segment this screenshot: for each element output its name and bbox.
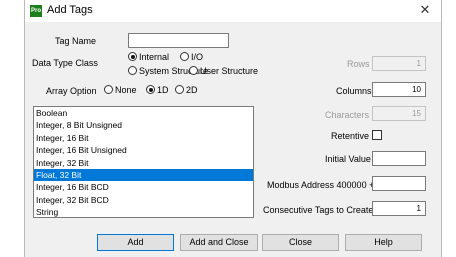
data-type-class-label: Data Type Class xyxy=(32,58,98,68)
radio-io-label: I/O xyxy=(191,52,204,62)
radio-internal[interactable]: Internal xyxy=(128,52,169,62)
radio-user-structure-label: User Structure xyxy=(200,66,259,76)
modbus-address-input[interactable] xyxy=(372,176,426,191)
add-and-close-button[interactable]: Add and Close xyxy=(180,234,258,251)
columns-label: Columns xyxy=(336,86,372,96)
retentive-label: Retentive xyxy=(331,131,370,141)
array-option-label: Array Option xyxy=(46,86,97,96)
dialog-title: Add Tags xyxy=(47,4,93,16)
characters-input: 15 xyxy=(372,106,426,121)
radio-array-none-indicator xyxy=(104,85,113,94)
columns-input[interactable]: 10 xyxy=(372,82,426,97)
add-tags-dialog: Pro Add Tags ✕ Tag Name Data Type Class … xyxy=(24,0,442,257)
data-type-list[interactable]: Boolean Integer, 8 Bit Unsigned Integer,… xyxy=(33,106,254,218)
radio-user-structure[interactable]: User Structure xyxy=(189,66,258,76)
radio-array-2d-indicator xyxy=(175,85,184,94)
help-button[interactable]: Help xyxy=(345,234,422,251)
tag-name-input[interactable] xyxy=(128,33,229,48)
title-bar: Pro Add Tags ✕ xyxy=(25,0,441,22)
radio-internal-indicator xyxy=(128,52,137,61)
radio-array-1d-label: 1D xyxy=(157,85,169,95)
tag-name-label: Tag Name xyxy=(55,36,97,46)
list-item[interactable]: Integer, 32 Bit xyxy=(34,157,253,169)
list-item[interactable]: Integer, 32 Bit BCD xyxy=(34,194,253,206)
radio-array-2d[interactable]: 2D xyxy=(175,85,198,95)
radio-internal-label: Internal xyxy=(139,52,170,62)
app-icon: Pro xyxy=(30,5,42,17)
list-item[interactable]: String xyxy=(34,206,253,217)
radio-io[interactable]: I/O xyxy=(180,52,203,62)
radio-array-1d[interactable]: 1D xyxy=(146,85,169,95)
initial-value-input[interactable] xyxy=(372,151,426,166)
list-item[interactable]: Boolean xyxy=(34,107,253,119)
initial-value-label: Initial Value xyxy=(325,154,371,164)
radio-io-indicator xyxy=(180,52,189,61)
radio-system-structure-indicator xyxy=(128,66,137,75)
close-icon[interactable]: ✕ xyxy=(417,2,433,18)
modbus-address-label: Modbus Address 400000 + xyxy=(267,180,375,190)
consecutive-tags-label: Consecutive Tags to Create xyxy=(263,205,374,215)
list-item[interactable]: Integer, 16 Bit xyxy=(34,132,253,144)
characters-label: Characters xyxy=(325,110,370,120)
radio-array-2d-label: 2D xyxy=(186,85,198,95)
radio-user-structure-indicator xyxy=(189,66,198,75)
consecutive-tags-input[interactable]: 1 xyxy=(372,201,426,216)
background-window-edge xyxy=(0,0,24,257)
retentive-checkbox[interactable] xyxy=(372,130,382,140)
radio-array-none-label: None xyxy=(115,85,137,95)
rows-label: Rows xyxy=(347,59,370,69)
list-item[interactable]: Integer, 8 Bit Unsigned xyxy=(34,119,253,131)
close-button[interactable]: Close xyxy=(262,234,339,251)
radio-array-none[interactable]: None xyxy=(104,85,137,95)
list-item-selected[interactable]: Float, 32 Bit xyxy=(34,168,253,182)
rows-input: 1 xyxy=(372,56,426,71)
list-item[interactable]: Integer, 16 Bit Unsigned xyxy=(34,144,253,156)
radio-array-1d-indicator xyxy=(146,85,155,94)
list-item[interactable]: Integer, 16 Bit BCD xyxy=(34,181,253,193)
add-button[interactable]: Add xyxy=(97,234,174,251)
